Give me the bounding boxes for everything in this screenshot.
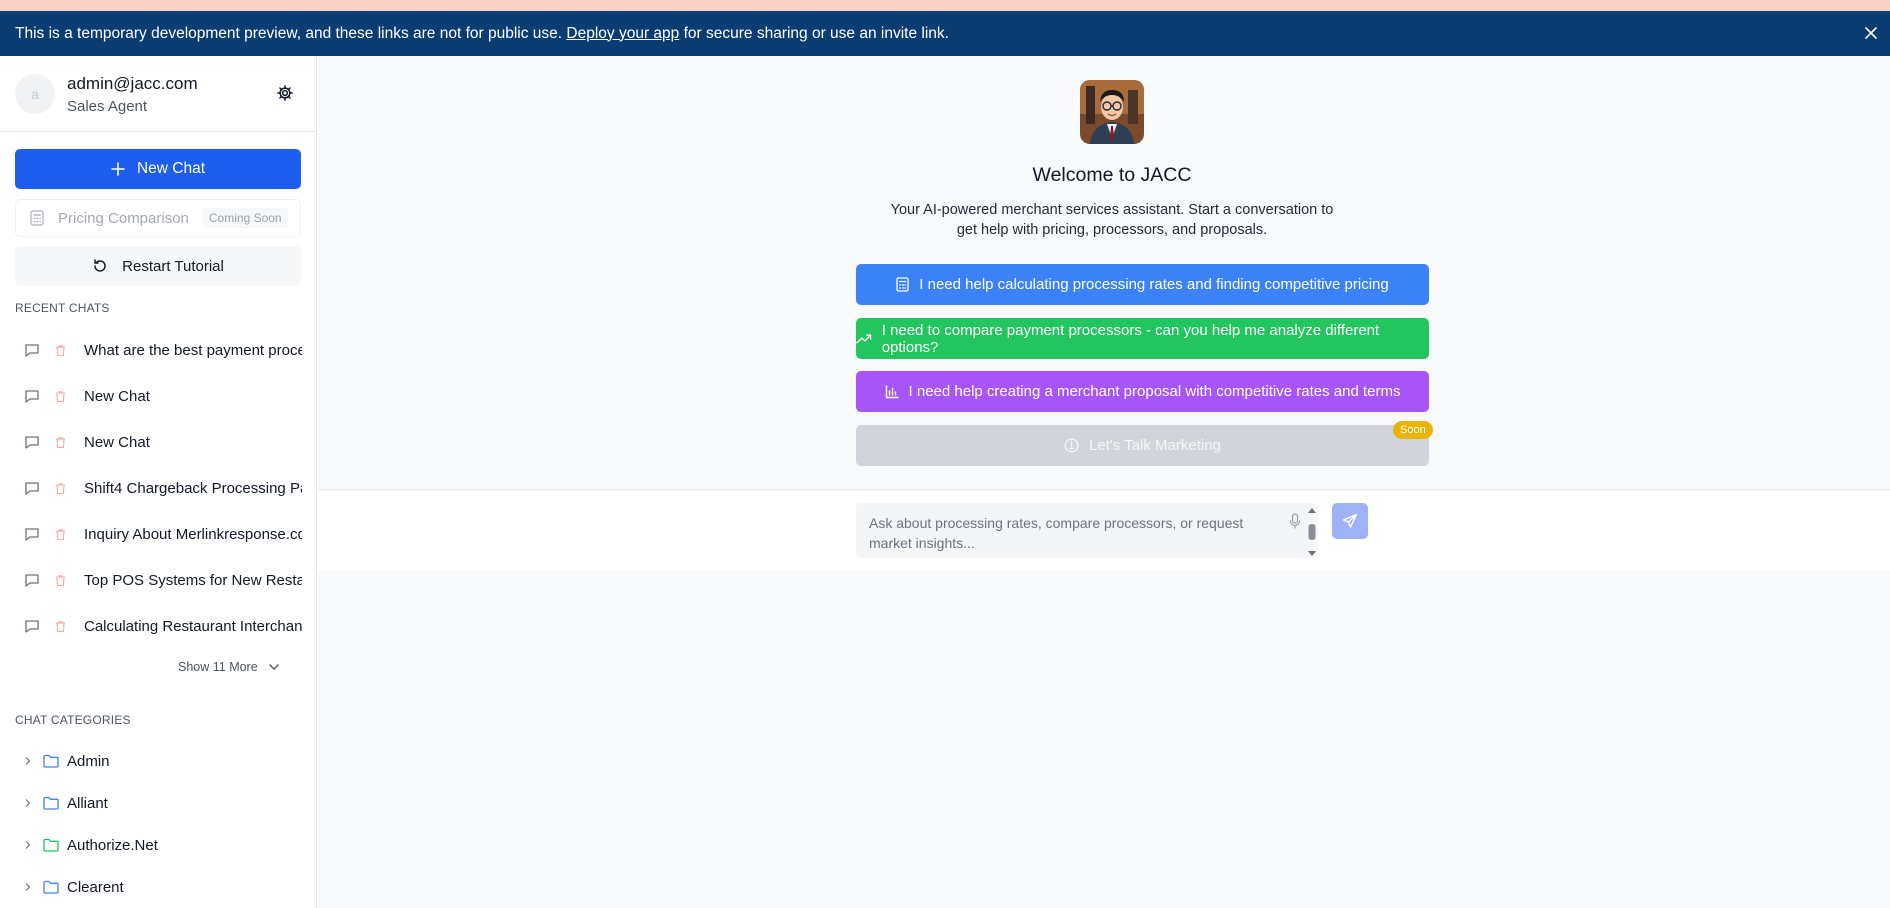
textarea-scrollbar[interactable]: [1306, 506, 1318, 558]
category-item-authorize-net[interactable]: Authorize.Net: [0, 828, 316, 862]
user-role: Sales Agent: [67, 98, 148, 115]
welcome-title: Welcome to JACC: [1032, 164, 1192, 186]
category-name: Clearent: [67, 878, 124, 896]
recent-chat-item[interactable]: New Chat: [0, 423, 316, 461]
folder-icon: [43, 880, 59, 894]
send-button[interactable]: [1332, 503, 1368, 539]
lets-talk-marketing-label: Let's Talk Marketing: [1089, 437, 1221, 454]
bar-chart-icon: [885, 384, 899, 398]
recent-chat-item[interactable]: New Chat: [0, 377, 316, 415]
new-chat-button[interactable]: New Chat: [15, 149, 301, 189]
lightbulb-icon: [1064, 438, 1079, 453]
trash-icon[interactable]: [54, 436, 67, 449]
chevron-down-icon: [268, 664, 279, 670]
message-input-placeholder: Ask about processing rates, compare proc…: [869, 515, 1244, 551]
restart-tutorial-label: Restart Tutorial: [122, 257, 224, 275]
message-square-icon: [25, 344, 39, 357]
sidebar: a admin@jacc.com Sales Agent New Chat Pr…: [0, 56, 317, 908]
create-proposal-label: I need help creating a merchant proposal…: [908, 383, 1401, 400]
restart-tutorial-button[interactable]: Restart Tutorial: [15, 246, 301, 286]
compare-processors-button[interactable]: I need to compare payment processors - c…: [856, 318, 1429, 359]
trash-icon[interactable]: [54, 574, 67, 587]
chevron-right-icon: [25, 841, 31, 849]
trash-icon[interactable]: [54, 344, 67, 357]
rotate-ccw-icon: [94, 259, 106, 272]
recent-chat-item[interactable]: Shift4 Chargeback Processing Partner: [0, 469, 316, 507]
recent-chat-item[interactable]: Top POS Systems for New Restaurants: [0, 561, 316, 599]
trash-icon[interactable]: [54, 620, 67, 633]
welcome-area: Welcome to JACC Your AI-powered merchant…: [318, 56, 1890, 490]
compare-processors-label: I need to compare payment processors - c…: [881, 321, 1380, 356]
category-name: Authorize.Net: [67, 836, 158, 854]
calculator-icon: [30, 210, 44, 226]
banner-text-after: for secure sharing or use an invite link…: [683, 24, 949, 42]
recent-chat-item[interactable]: What are the best payment processors for…: [0, 331, 316, 369]
welcome-subtitle: Your AI-powered merchant services assist…: [890, 202, 1334, 238]
message-square-icon: [25, 574, 39, 587]
message-input-bar: Ask about processing rates, compare proc…: [318, 491, 1890, 571]
show-more-label: Show 11 More: [178, 660, 258, 674]
recent-chat-title: What are the best payment processors for…: [84, 341, 302, 359]
category-name: Admin: [67, 752, 110, 770]
plus-icon: [111, 162, 125, 176]
message-square-icon: [25, 436, 39, 449]
avatar: a: [15, 74, 55, 114]
jacc-avatar-logo: [1080, 80, 1144, 144]
top-accent-stripe: [0, 0, 1890, 11]
coming-soon-badge: Coming Soon: [202, 208, 288, 228]
category-item-alliant[interactable]: Alliant: [0, 786, 316, 820]
pricing-help-label: I need help calculating processing rates…: [919, 276, 1389, 293]
new-chat-label: New Chat: [136, 160, 206, 177]
empty-chat-area: [318, 571, 1890, 908]
soon-badge: Soon: [1393, 421, 1433, 439]
dev-preview-banner: This is a temporary development preview,…: [0, 11, 1890, 56]
recent-chat-title: Top POS Systems for New Restaurants: [84, 571, 302, 589]
message-square-icon: [25, 620, 39, 633]
banner-text-before: This is a temporary development preview,…: [15, 24, 563, 42]
chevron-right-icon: [25, 757, 31, 765]
category-item-clearent[interactable]: Clearent: [0, 870, 316, 904]
message-square-icon: [25, 528, 39, 541]
trash-icon[interactable]: [54, 528, 67, 541]
folder-icon: [43, 754, 59, 768]
user-profile: a admin@jacc.com Sales Agent: [0, 56, 316, 132]
main-panel: Welcome to JACC Your AI-powered merchant…: [318, 56, 1890, 908]
recent-chat-item[interactable]: Calculating Restaurant Interchange Fees: [0, 607, 316, 645]
folder-icon: [43, 796, 59, 810]
close-icon[interactable]: [1860, 22, 1882, 44]
send-icon: [1342, 513, 1358, 528]
recent-chat-title: Shift4 Chargeback Processing Partner: [84, 479, 302, 497]
trending-up-icon: [856, 333, 872, 344]
recent-chat-title: Inquiry About Merlinkresponse.com: [84, 525, 302, 543]
trash-icon[interactable]: [54, 482, 67, 495]
gear-icon[interactable]: [276, 84, 294, 102]
recent-chats-heading: RECENT CHATS: [15, 301, 110, 315]
microphone-icon[interactable]: [1289, 513, 1301, 529]
message-input[interactable]: Ask about processing rates, compare proc…: [856, 503, 1318, 558]
lets-talk-marketing-button: Let's Talk Marketing: [856, 425, 1429, 466]
pricing-comparison-item: Pricing Comparison Coming Soon: [15, 199, 301, 237]
deploy-app-link[interactable]: Deploy your app: [566, 25, 679, 43]
create-proposal-button[interactable]: I need help creating a merchant proposal…: [856, 371, 1429, 412]
message-square-icon: [25, 390, 39, 403]
category-name: Alliant: [67, 794, 108, 812]
chevron-right-icon: [25, 799, 31, 807]
chevron-right-icon: [25, 883, 31, 891]
pricing-help-button[interactable]: I need help calculating processing rates…: [856, 264, 1429, 305]
calculator-icon: [896, 277, 909, 292]
recent-chat-item[interactable]: Inquiry About Merlinkresponse.com: [0, 515, 316, 553]
recent-chat-title: New Chat: [84, 387, 150, 405]
show-more-button[interactable]: Show 11 More: [178, 660, 280, 674]
chat-categories-heading: CHAT CATEGORIES: [15, 713, 131, 727]
pricing-comparison-label: Pricing Comparison: [58, 209, 189, 227]
category-item-admin[interactable]: Admin: [0, 744, 316, 778]
message-square-icon: [25, 482, 39, 495]
recent-chat-title: Calculating Restaurant Interchange Fees: [84, 617, 302, 635]
recent-chat-title: New Chat: [84, 433, 150, 451]
folder-icon: [43, 838, 59, 852]
user-email: admin@jacc.com: [67, 74, 198, 93]
trash-icon[interactable]: [54, 390, 67, 403]
